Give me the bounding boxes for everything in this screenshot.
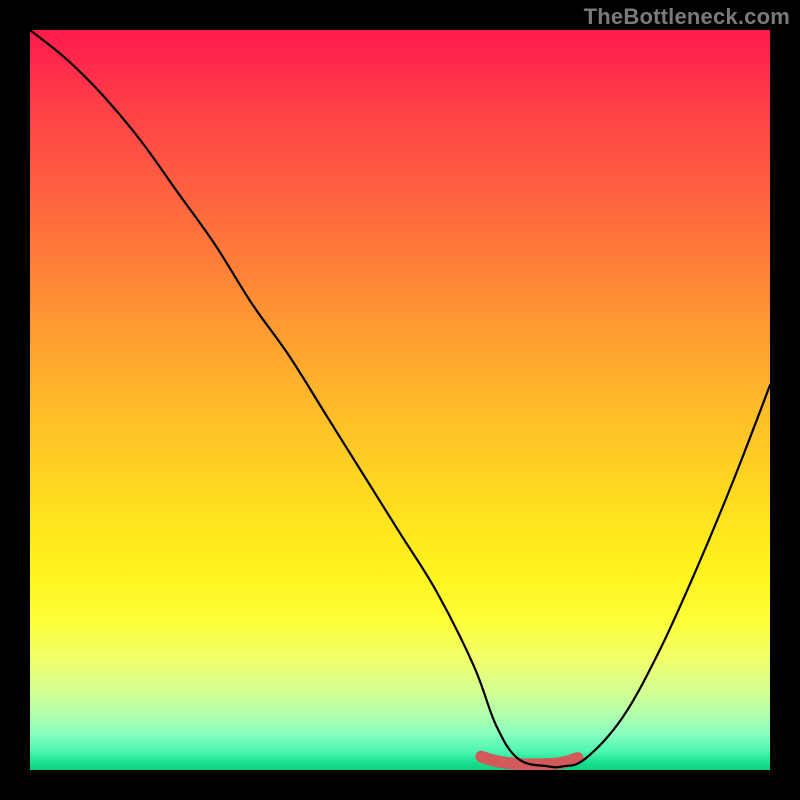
curve-layer bbox=[30, 30, 770, 770]
watermark-text: TheBottleneck.com bbox=[584, 4, 790, 30]
chart-canvas: TheBottleneck.com bbox=[0, 0, 800, 800]
bottleneck-curve bbox=[30, 30, 770, 767]
plot-area bbox=[30, 30, 770, 770]
